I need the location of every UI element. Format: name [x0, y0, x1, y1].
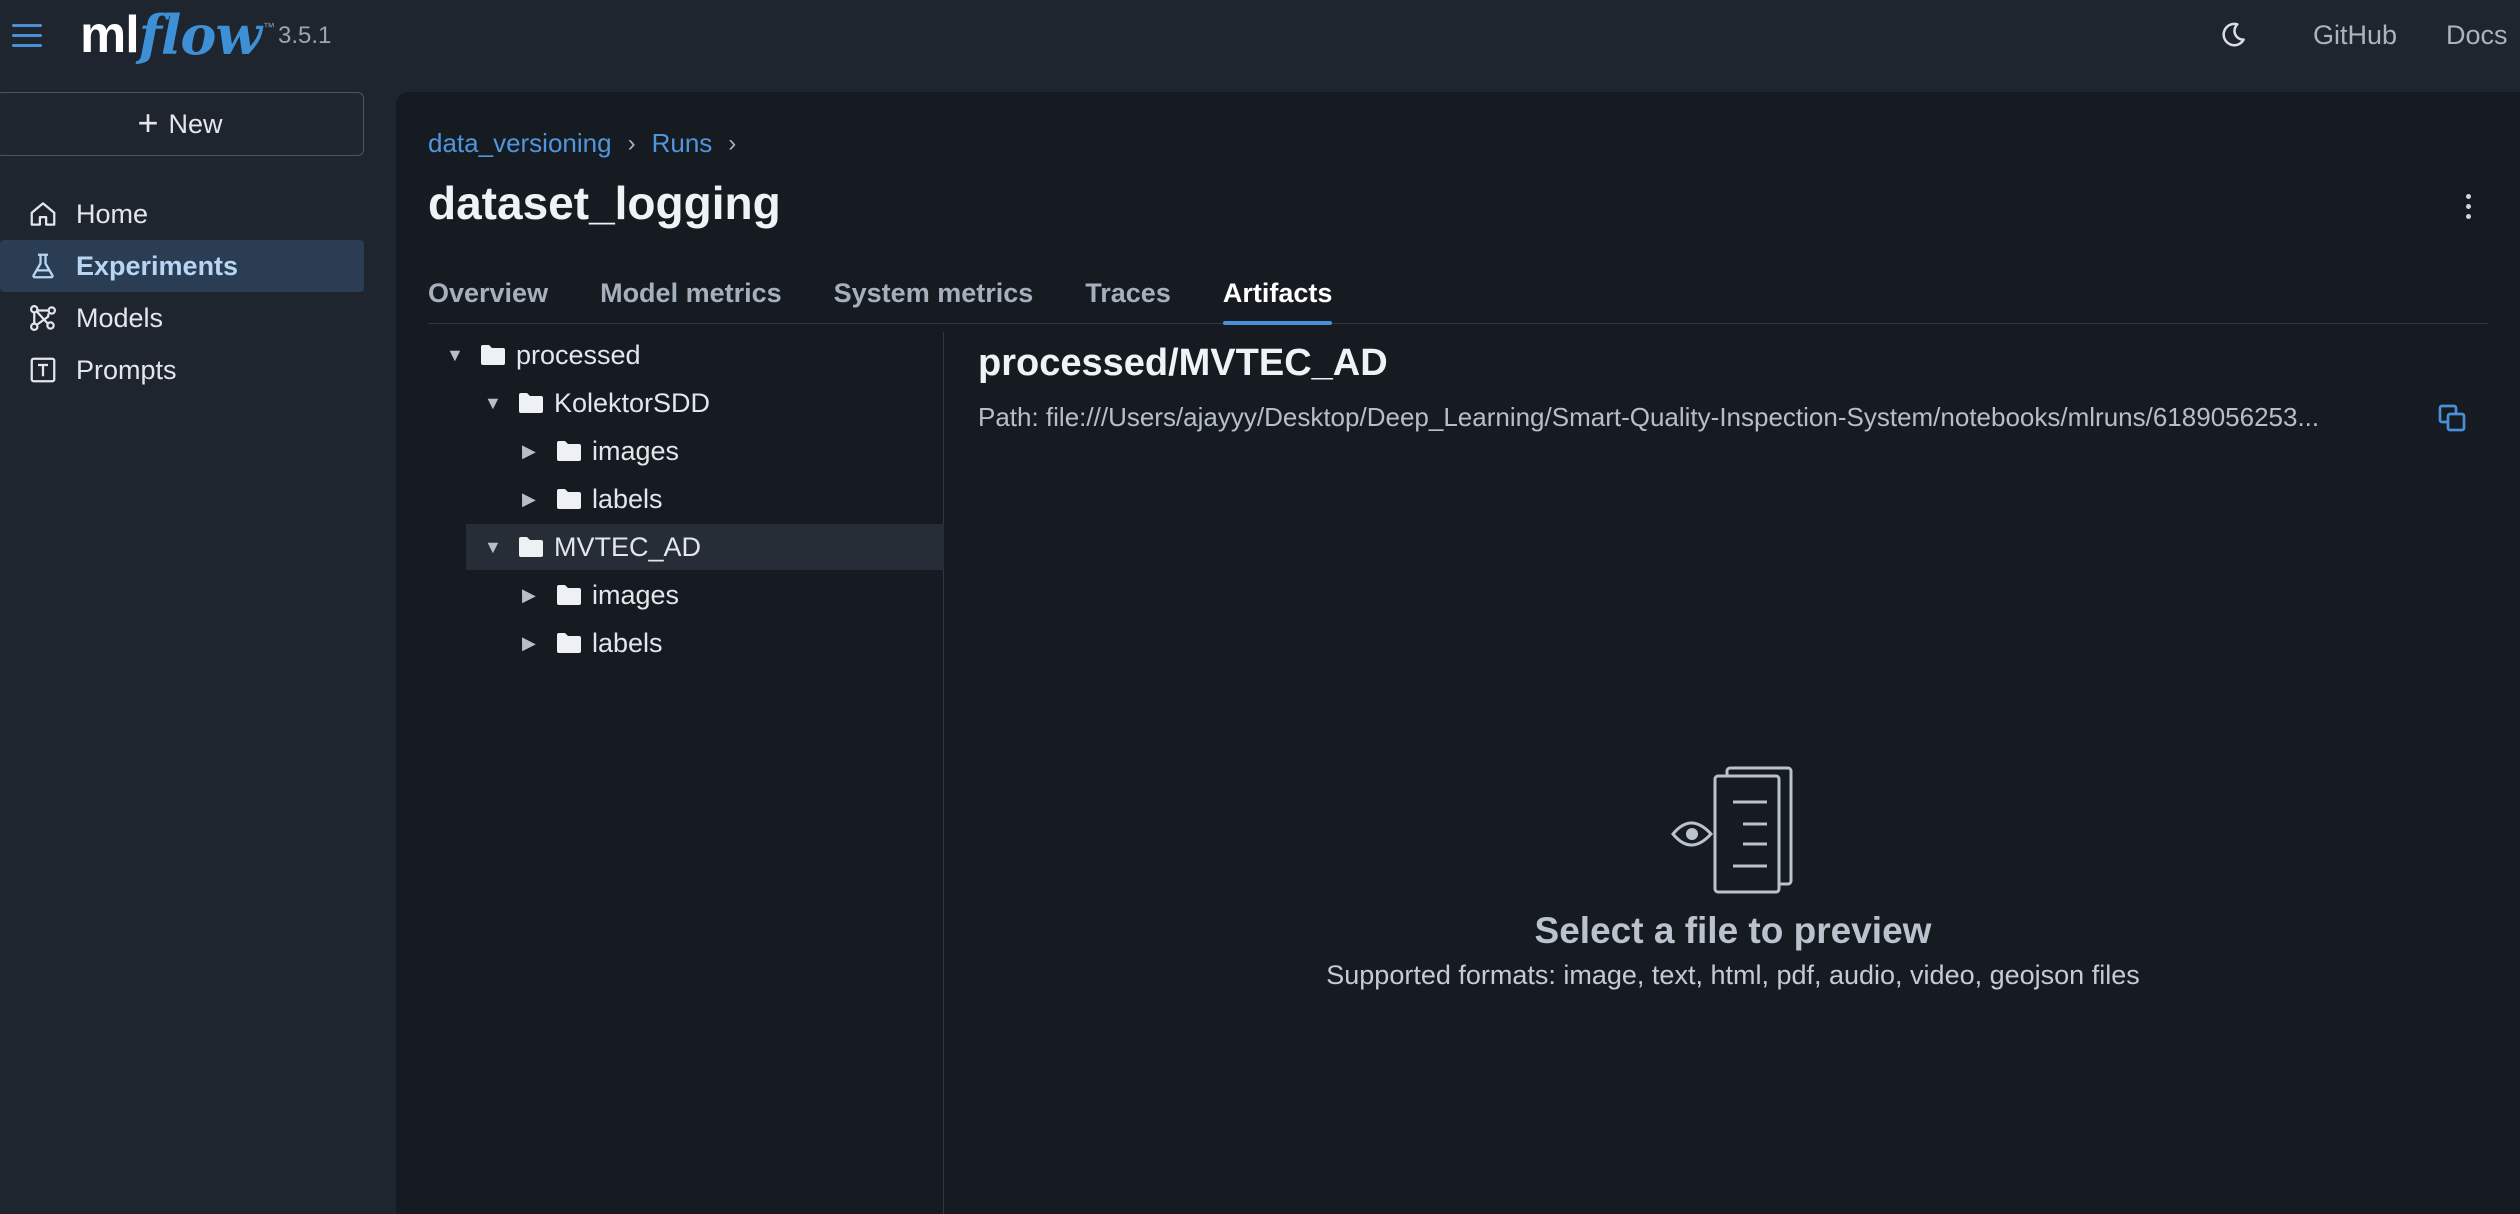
- folder-icon: [557, 489, 581, 509]
- caret-right-icon[interactable]: ▶: [522, 489, 544, 510]
- sidebar-item-label: Models: [76, 302, 164, 333]
- caret-right-icon[interactable]: ▶: [522, 633, 544, 654]
- copy-icon[interactable]: [2436, 402, 2468, 434]
- main-panel: data_versioning › Runs › dataset_logging…: [396, 92, 2520, 1214]
- breadcrumb: data_versioning › Runs ›: [428, 128, 736, 159]
- docs-link[interactable]: Docs: [2446, 20, 2508, 51]
- plus-icon: +: [137, 101, 159, 143]
- tree-node-label: labels: [592, 627, 663, 658]
- github-link[interactable]: GitHub: [2313, 20, 2397, 51]
- preview-title: processed/MVTEC_AD: [978, 342, 1388, 384]
- caret-right-icon[interactable]: ▶: [522, 441, 544, 462]
- menu-icon[interactable]: [12, 18, 46, 52]
- sidebar-item-home[interactable]: Home: [0, 188, 364, 240]
- tab-bar: Overview Model metrics System metrics Tr…: [428, 278, 2488, 325]
- home-icon: [30, 202, 56, 226]
- flask-icon: [32, 253, 54, 279]
- tree-node-labels[interactable]: ▶ labels: [522, 620, 926, 666]
- sidebar-item-prompts[interactable]: Prompts: [0, 344, 364, 396]
- folder-icon: [557, 441, 581, 461]
- logo-ml-text: ml: [80, 6, 140, 64]
- empty-state-title: Select a file to preview: [1534, 910, 1932, 951]
- sidebar-item-experiments[interactable]: Experiments: [0, 240, 364, 292]
- tree-node-label: MVTEC_AD: [554, 531, 702, 562]
- page-title: dataset_logging: [428, 177, 781, 229]
- version-label: 3.5.1: [278, 22, 332, 49]
- tree-node-labels[interactable]: ▶ labels: [522, 476, 926, 522]
- tab-model-metrics[interactable]: Model metrics: [600, 278, 782, 324]
- folder-icon: [481, 345, 505, 365]
- artifact-tree: ▼ processed ▼ KolektorSDD ▶ images ▶ lab…: [428, 332, 944, 1214]
- artifact-path: Path: file:///Users/ajayyy/Desktop/Deep_…: [978, 402, 2320, 432]
- tab-traces[interactable]: Traces: [1085, 278, 1171, 324]
- more-options-icon[interactable]: [2456, 188, 2480, 224]
- tree-node-label: KolektorSDD: [554, 387, 711, 418]
- empty-preview-state: Select a file to preview Supported forma…: [978, 762, 2488, 991]
- breadcrumb-runs[interactable]: Runs: [652, 128, 713, 159]
- tree-node-label: images: [592, 435, 680, 466]
- file-preview-icon: [1671, 766, 1793, 894]
- mlflow-logo[interactable]: ml flow ™: [80, 2, 275, 68]
- tab-system-metrics[interactable]: System metrics: [834, 278, 1034, 324]
- breadcrumb-experiment[interactable]: data_versioning: [428, 128, 612, 159]
- folder-icon: [519, 537, 543, 557]
- models-icon: [30, 305, 56, 331]
- tree-node-processed[interactable]: ▼ processed: [446, 332, 926, 378]
- tree-node-label: processed: [516, 339, 641, 370]
- new-button[interactable]: + New: [0, 92, 364, 156]
- tab-overview[interactable]: Overview: [428, 278, 548, 324]
- folder-icon: [557, 633, 581, 653]
- new-button-label: New: [168, 108, 223, 139]
- top-bar: ml flow ™ 3.5.1 GitHub Docs: [0, 0, 2520, 72]
- logo-flow-text: flow: [138, 3, 262, 67]
- caret-down-icon[interactable]: ▼: [484, 537, 506, 558]
- folder-icon: [557, 585, 581, 605]
- tree-node-label: labels: [592, 483, 663, 514]
- sidebar-item-label: Home: [76, 198, 149, 229]
- tree-node-images[interactable]: ▶ images: [522, 428, 926, 474]
- empty-state-subtitle: Supported formats: image, text, html, pd…: [1326, 960, 2140, 990]
- tree-node-images[interactable]: ▶ images: [522, 572, 926, 618]
- folder-icon: [519, 393, 543, 413]
- logo-trademark: ™: [262, 20, 275, 34]
- sidebar-nav: Home Experiments Models Prompts: [0, 188, 364, 396]
- prompts-icon: [30, 357, 56, 383]
- caret-right-icon[interactable]: ▶: [522, 585, 544, 606]
- sidebar-item-label: Experiments: [76, 250, 239, 281]
- moon-icon[interactable]: [2218, 20, 2248, 50]
- tab-artifacts[interactable]: Artifacts: [1222, 278, 1332, 325]
- chevron-right-icon: ›: [728, 129, 737, 157]
- tree-node-kolektorsdd[interactable]: ▼ KolektorSDD: [484, 380, 926, 426]
- chevron-right-icon: ›: [627, 129, 636, 157]
- tree-node-mvtec-ad[interactable]: ▼ MVTEC_AD: [466, 524, 944, 570]
- sidebar-item-models[interactable]: Models: [0, 292, 364, 344]
- tree-node-label: images: [592, 579, 680, 610]
- sidebar-item-label: Prompts: [76, 354, 177, 385]
- caret-down-icon[interactable]: ▼: [446, 345, 468, 366]
- caret-down-icon[interactable]: ▼: [484, 393, 506, 414]
